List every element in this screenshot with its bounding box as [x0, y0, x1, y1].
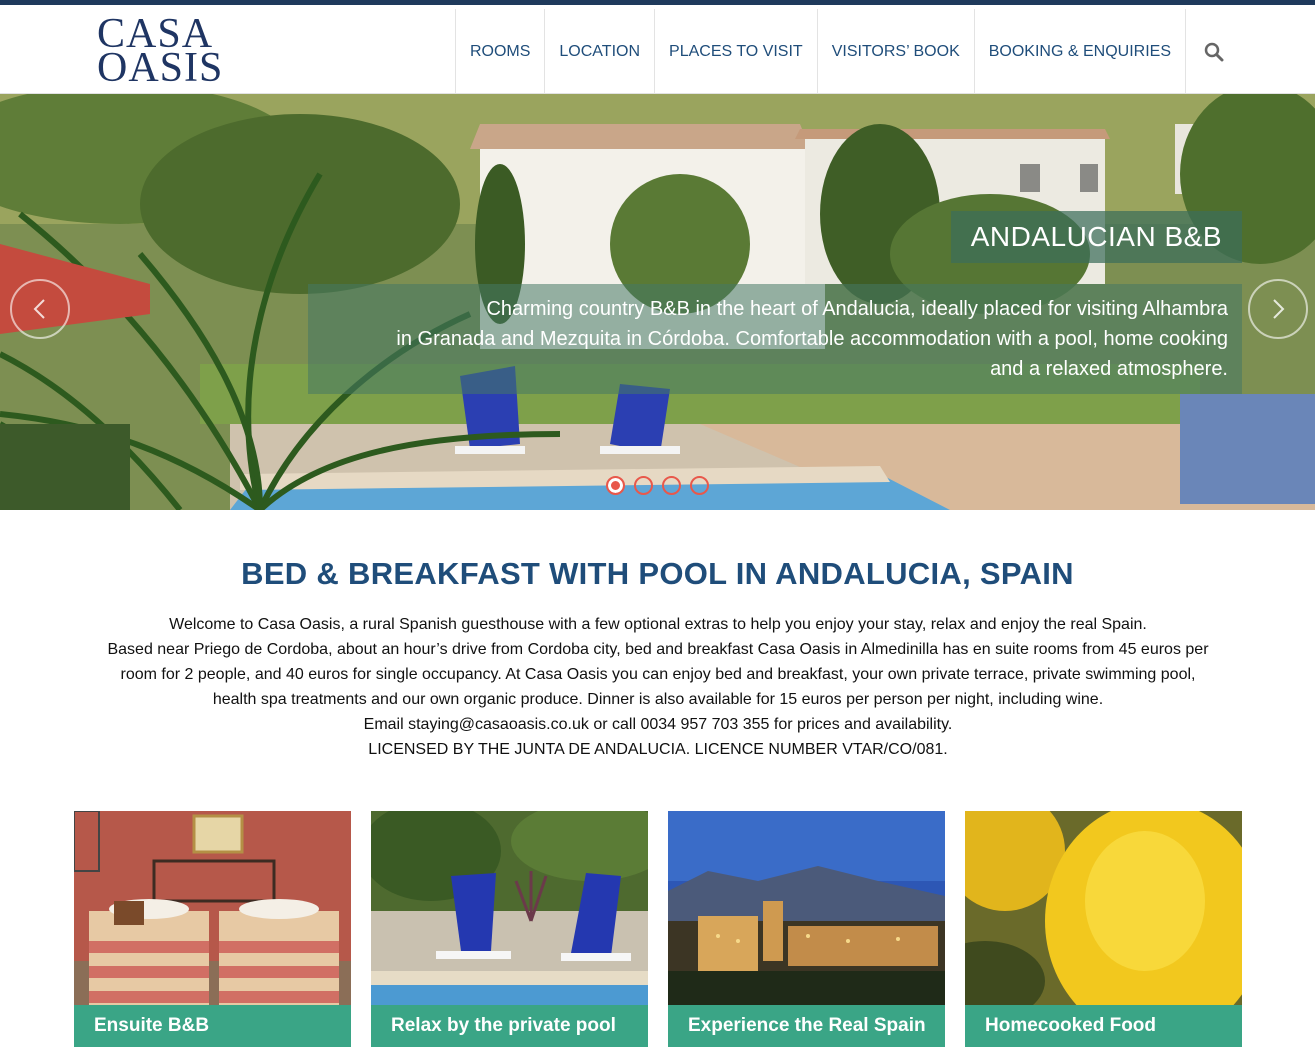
feature-card-caption: Homecooked Food: [965, 1005, 1242, 1047]
nav-item-location[interactable]: LOCATION: [544, 9, 654, 94]
nav-item-places-to-visit[interactable]: PLACES TO VISIT: [654, 9, 817, 94]
hero-description-line: Charming country B&B in the heart of And…: [486, 298, 1228, 320]
site-header: CASA OASIS ROOMS LOCATION PLACES TO VISI…: [0, 5, 1315, 94]
alhambra-image: [668, 811, 945, 1005]
pool-loungers-image: [371, 811, 648, 1005]
hero-description: Charming country B&B in the heart of And…: [308, 284, 1242, 394]
feature-cards: Ensuite B&B Relax by the private pool Ex…: [74, 811, 1242, 1047]
slider-prev-button[interactable]: [10, 279, 70, 339]
hero-description-line: and a relaxed atmosphere.: [990, 358, 1228, 380]
intro-text: Welcome to Casa Oasis, a rural Spanish g…: [74, 612, 1242, 762]
feature-card-ensuite[interactable]: Ensuite B&B: [74, 811, 351, 1047]
nav-item-visitors-book[interactable]: VISITORS’ BOOK: [816, 9, 974, 94]
intro-line: room for 2 people, and 40 euros for sing…: [120, 666, 1196, 683]
intro-line: Welcome to Casa Oasis, a rural Spanish g…: [169, 616, 1147, 633]
chevron-right-icon: [1273, 299, 1285, 319]
intro-line-licence: LICENSED BY THE JUNTA DE ANDALUCIA. LICE…: [368, 741, 948, 758]
bedroom-image: [74, 811, 351, 1005]
feature-card-food[interactable]: Homecooked Food: [965, 811, 1242, 1047]
slider-next-button[interactable]: [1248, 279, 1308, 339]
logo-line-2: OASIS: [97, 45, 224, 91]
hero-description-line: in Granada and Mezquita in Córdoba. Comf…: [396, 328, 1228, 350]
intro-line: health spa treatments and our own organi…: [212, 691, 1104, 708]
main-nav: ROOMS LOCATION PLACES TO VISIT VISITORS’…: [454, 9, 1241, 94]
slider-dot-4[interactable]: [690, 476, 709, 495]
hero-slider: ANDALUCIAN B&B Charming country B&B in t…: [0, 94, 1315, 510]
slider-dot-3[interactable]: [662, 476, 681, 495]
nav-item-booking-enquiries[interactable]: BOOKING & ENQUIRIES: [973, 9, 1185, 94]
feature-card-caption: Experience the Real Spain: [668, 1005, 945, 1047]
intro-line-contact: Email staying@casaoasis.co.uk or call 00…: [363, 716, 953, 733]
feature-card-caption: Ensuite B&B: [74, 1005, 351, 1047]
nav-item-rooms[interactable]: ROOMS: [454, 9, 544, 94]
slider-pagination: [606, 476, 709, 495]
chevron-left-icon: [33, 299, 45, 319]
page-heading: BED & BREAKFAST WITH POOL IN ANDALUCIA, …: [241, 556, 1074, 591]
intro-line: Based near Priego de Cordoba, about an h…: [107, 641, 1209, 658]
feature-card-caption: Relax by the private pool: [371, 1005, 648, 1047]
slider-dot-1[interactable]: [606, 476, 625, 495]
search-icon: [1204, 42, 1223, 61]
slider-dot-2[interactable]: [634, 476, 653, 495]
hero-title: ANDALUCIAN B&B: [950, 211, 1242, 263]
feature-card-pool[interactable]: Relax by the private pool: [371, 811, 648, 1047]
casa-oasis-logo[interactable]: CASA OASIS: [97, 13, 237, 91]
lemon-image: [965, 811, 1242, 1005]
search-button[interactable]: [1185, 9, 1241, 94]
feature-card-real-spain[interactable]: Experience the Real Spain: [668, 811, 945, 1047]
